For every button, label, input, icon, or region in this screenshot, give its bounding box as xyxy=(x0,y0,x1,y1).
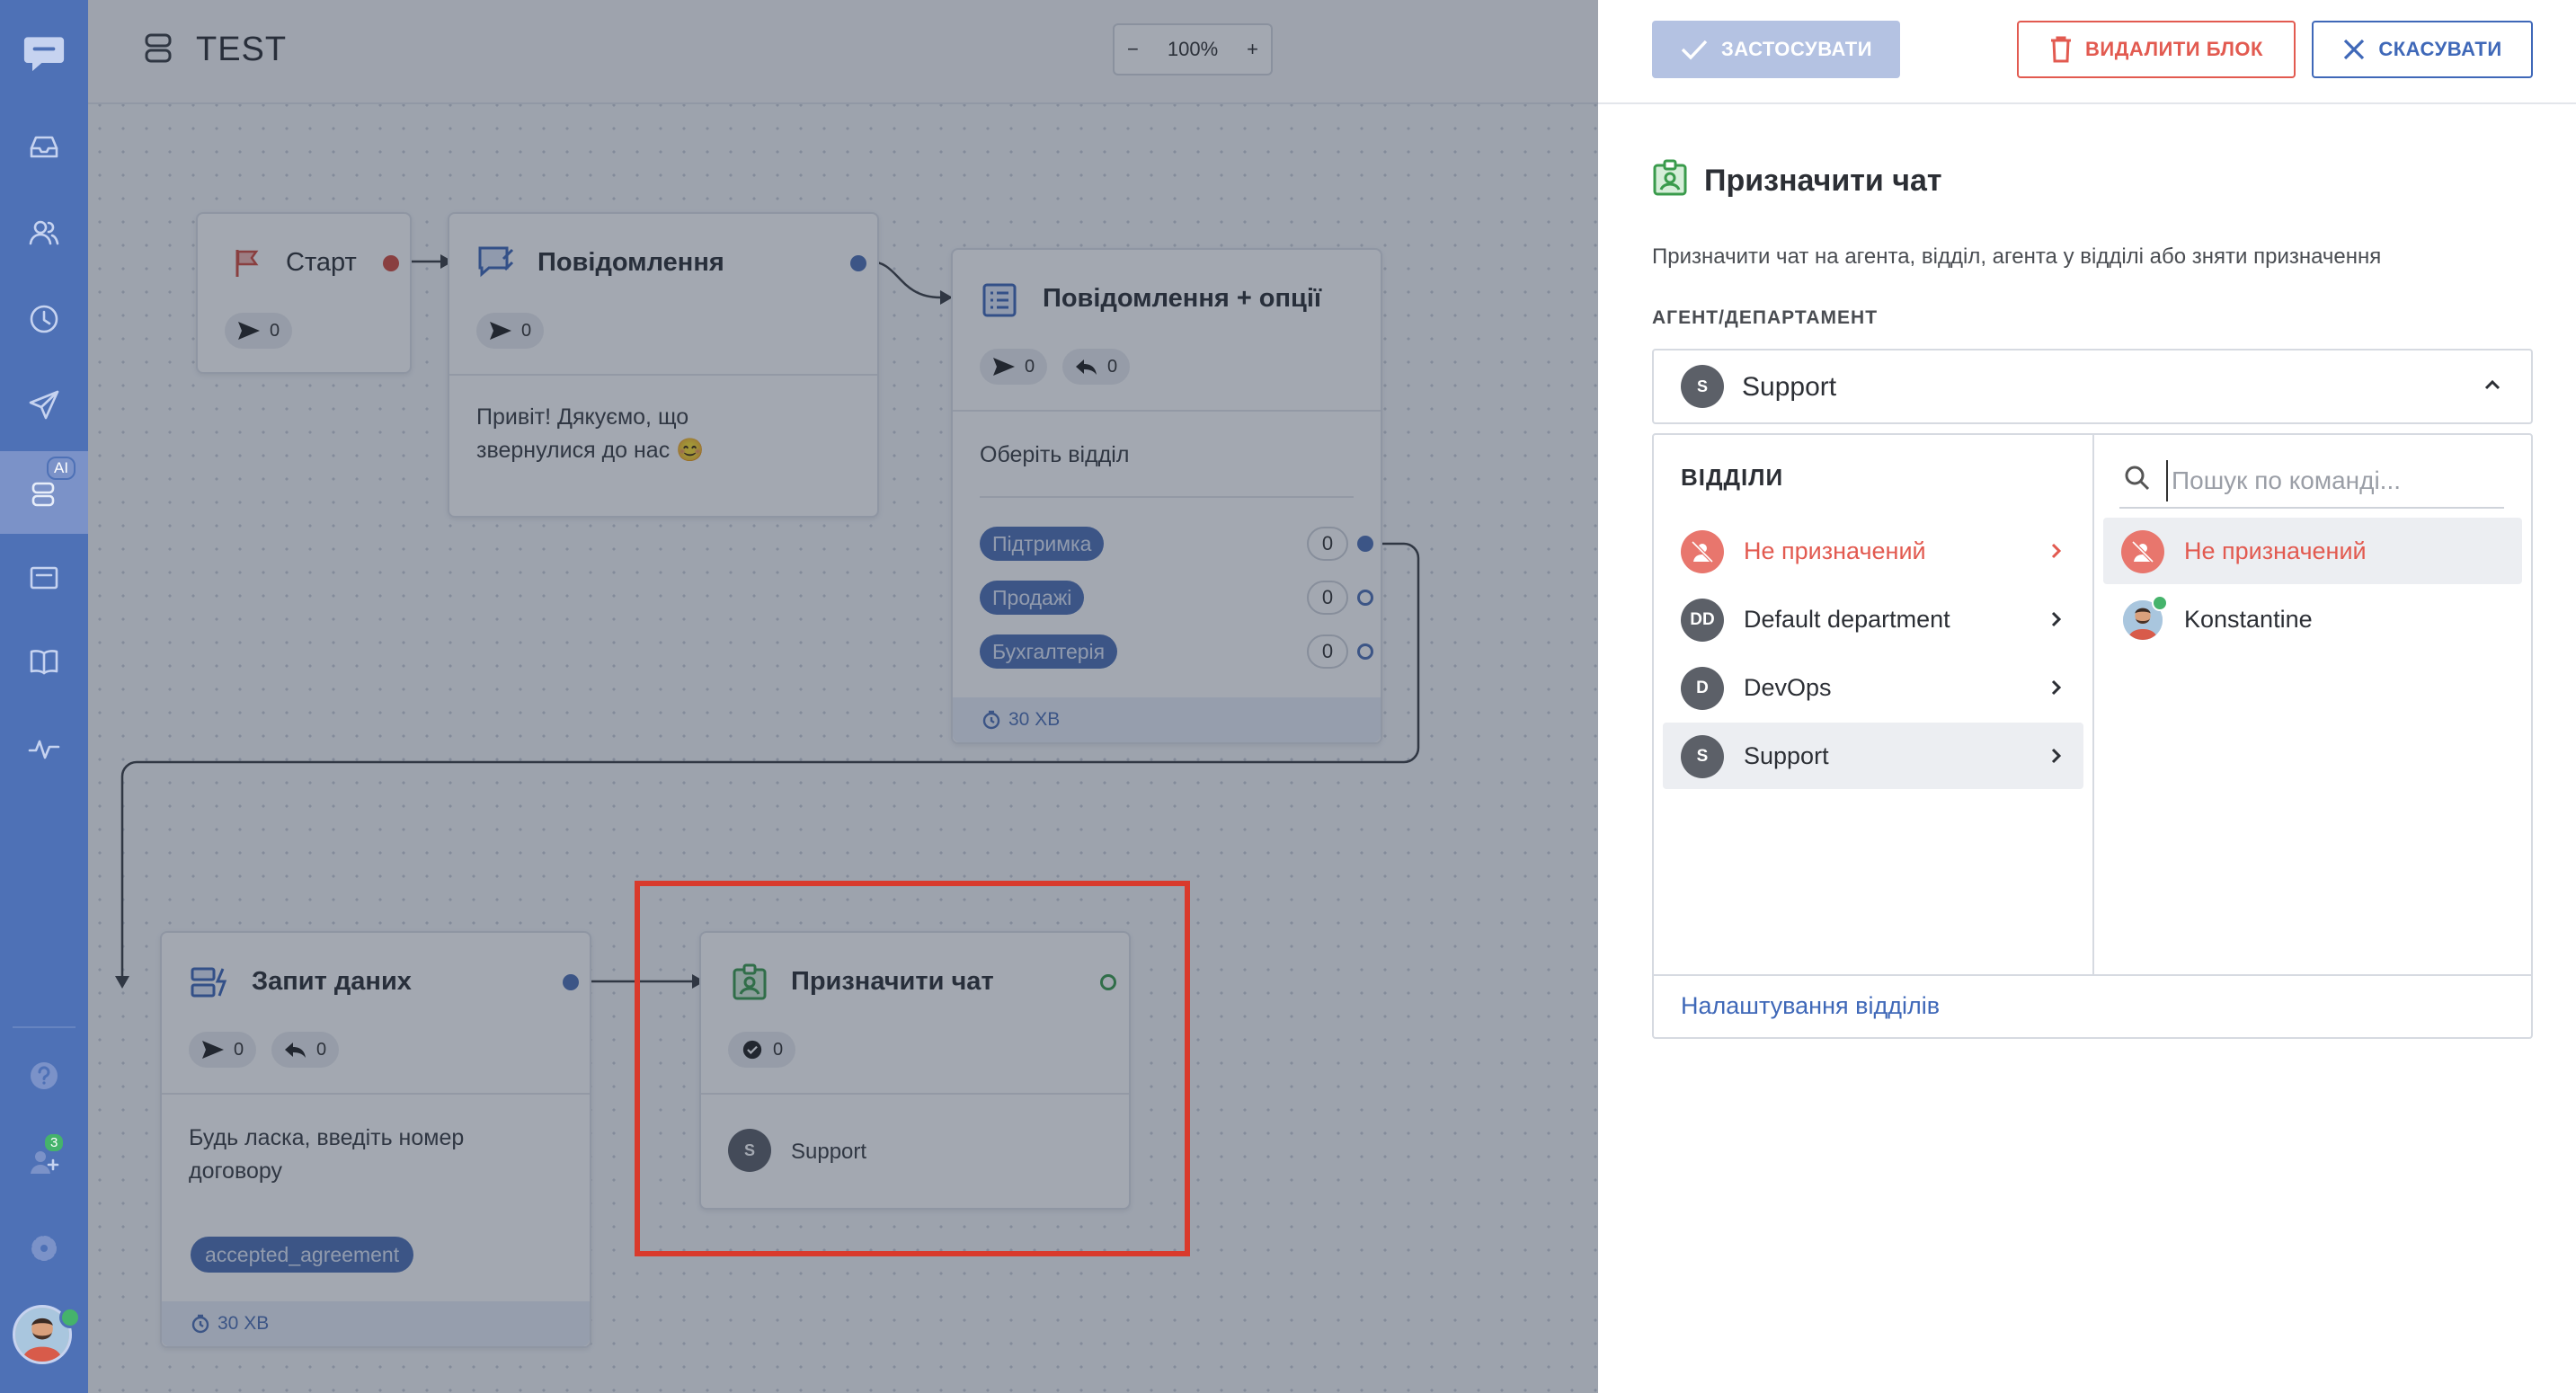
department-item-devops[interactable]: D DevOps xyxy=(1663,654,2083,721)
online-status-dot xyxy=(2152,595,2168,611)
department-label: Support xyxy=(1744,742,1829,769)
department-item-support[interactable]: S Support xyxy=(1663,723,2083,789)
department-avatar: S xyxy=(1681,735,1724,778)
assign-badge-icon xyxy=(1653,159,1687,196)
team-search-input[interactable] xyxy=(2166,460,2506,501)
unassigned-avatar xyxy=(2121,530,2164,573)
search-icon xyxy=(2125,466,2150,491)
department-avatar: DD xyxy=(1681,599,1724,642)
close-icon xyxy=(2344,39,2365,60)
cancel-button[interactable]: СКАСУВАТИ xyxy=(2312,21,2533,78)
chevron-right-icon xyxy=(2051,748,2062,764)
chevron-right-icon xyxy=(2051,611,2062,627)
dropdown-footer-divider xyxy=(1654,974,2531,976)
highlight-frame xyxy=(635,881,1190,1256)
selected-avatar: S xyxy=(1681,365,1724,408)
department-label: DevOps xyxy=(1744,674,1832,701)
chevron-right-icon xyxy=(2051,543,2062,559)
user-slash-icon xyxy=(2131,540,2154,563)
cancel-button-label: СКАСУВАТИ xyxy=(2378,38,2502,60)
check-icon xyxy=(1681,40,1708,60)
search-underline xyxy=(2119,507,2504,509)
delete-block-button[interactable]: ВИДАЛИТИ БЛОК xyxy=(2017,21,2296,78)
dropdown-column-divider xyxy=(2092,435,2094,976)
trash-icon xyxy=(2051,36,2072,63)
department-label: Default department xyxy=(1744,606,1950,633)
department-item-unassigned[interactable]: Не призначений xyxy=(1663,518,2083,584)
user-slash-icon xyxy=(1691,540,1714,563)
unassigned-avatar xyxy=(1681,530,1724,573)
panel-title: Призначити чат xyxy=(1704,164,1942,198)
apply-button-label: ЗАСТОСУВАТИ xyxy=(1720,38,1873,60)
apply-button[interactable]: ЗАСТОСУВАТИ xyxy=(1652,21,1900,78)
agent-label: Konstantine xyxy=(2184,606,2313,633)
panel-divider xyxy=(1598,102,2576,104)
departments-header: ВІДДІЛИ xyxy=(1681,464,1784,491)
agent-label: Не призначений xyxy=(2184,537,2367,564)
department-settings-link[interactable]: Налаштування відділів xyxy=(1681,992,1940,1020)
selected-value: Support xyxy=(1742,372,1837,402)
chevron-up-icon[interactable] xyxy=(2483,377,2502,392)
delete-button-label: ВИДАЛИТИ БЛОК xyxy=(2085,38,2263,60)
department-label: Не призначений xyxy=(1744,537,1926,564)
department-item-default[interactable]: DD Default department xyxy=(1663,586,2083,652)
department-avatar: D xyxy=(1681,667,1724,710)
agent-item-unassigned[interactable]: Не призначений xyxy=(2103,518,2522,584)
agent-item-konstantine[interactable]: Konstantine xyxy=(2103,586,2522,652)
panel-description: Призначити чат на агента, відділ, агента… xyxy=(1652,244,2382,269)
chevron-right-icon xyxy=(2051,679,2062,696)
agent-department-label: АГЕНТ/ДЕПАРТАМЕНТ xyxy=(1652,307,1879,328)
